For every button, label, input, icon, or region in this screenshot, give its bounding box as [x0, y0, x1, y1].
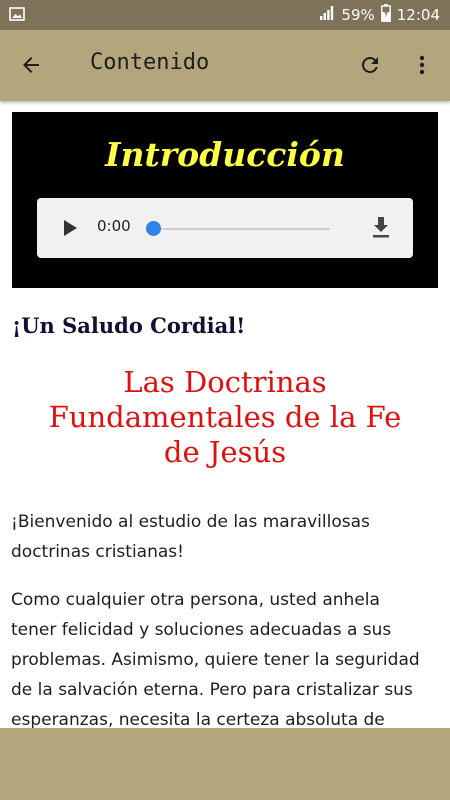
paragraph-line: de la salvación eterna. Pero para crista…	[11, 680, 413, 700]
bottom-bar	[0, 728, 450, 800]
play-icon[interactable]	[61, 218, 79, 242]
content-area[interactable]: Introducción 0:00 ¡Un Saludo Cordial! La…	[0, 101, 450, 728]
paragraph-line: tener felicidad y soluciones adecuadas a…	[11, 620, 392, 640]
back-arrow-icon[interactable]	[18, 52, 44, 78]
title-line: Las Doctrinas	[123, 365, 327, 399]
more-vert-icon[interactable]	[409, 52, 435, 78]
intro-banner: Introducción 0:00	[12, 112, 438, 288]
app-bar: Contenido	[0, 30, 450, 101]
paragraph-line: ¡Bienvenido al estudio de las maravillos…	[11, 512, 370, 532]
greeting-heading: ¡Un Saludo Cordial!	[12, 313, 246, 338]
audio-progress-thumb[interactable]	[146, 221, 161, 236]
status-bar: 59% 12:04	[0, 0, 450, 30]
title-line: de Jesús	[163, 435, 287, 469]
page-title: Contenido	[90, 50, 210, 75]
intro-paragraph: Como cualquier otra persona, usted anhel…	[11, 585, 439, 728]
signal-icon	[319, 5, 335, 25]
audio-player: 0:00	[37, 198, 413, 258]
status-time: 12:04	[396, 6, 440, 24]
download-icon[interactable]	[371, 215, 391, 243]
doctrines-title: Las Doctrinas Fundamentales de la Fe de …	[10, 365, 440, 470]
image-icon	[9, 6, 25, 26]
intro-heading: Introducción	[105, 135, 345, 174]
welcome-paragraph: ¡Bienvenido al estudio de las maravillos…	[11, 507, 439, 567]
paragraph-line: Como cualquier otra persona, usted anhel…	[11, 590, 380, 610]
refresh-icon[interactable]	[357, 52, 383, 78]
battery-percent: 59%	[341, 6, 375, 24]
audio-progress-track[interactable]	[153, 228, 330, 230]
paragraph-line: doctrinas cristianas!	[11, 542, 184, 562]
paragraph-line: problemas. Asimismo, quiere tener la seg…	[11, 650, 420, 670]
paragraph-line: esperanzas, necesita la certeza absoluta…	[11, 710, 385, 728]
battery-icon	[380, 4, 391, 26]
audio-time: 0:00	[97, 217, 131, 235]
title-line: Fundamentales de la Fe	[48, 400, 402, 434]
